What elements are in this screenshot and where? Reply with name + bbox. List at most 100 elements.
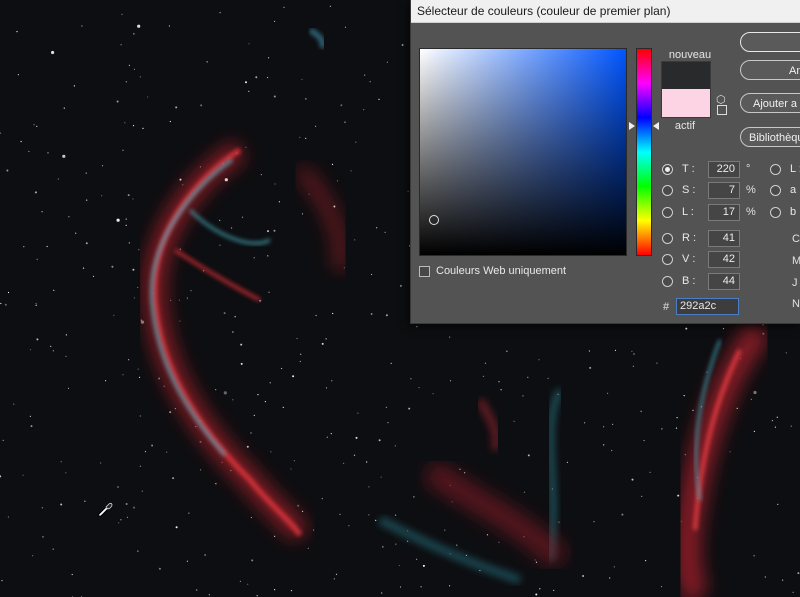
star	[7, 291, 10, 294]
star	[120, 44, 122, 46]
lab-a-radio[interactable]	[770, 184, 781, 196]
star	[325, 387, 328, 389]
red-input[interactable]: 41	[708, 229, 740, 247]
lab-b-radio[interactable]	[770, 206, 781, 218]
star	[331, 380, 333, 382]
star	[196, 589, 198, 591]
star	[640, 410, 642, 412]
star	[299, 136, 301, 138]
green-input[interactable]: 42	[708, 250, 740, 268]
star	[305, 98, 307, 100]
star	[13, 403, 15, 405]
star	[71, 573, 73, 576]
star	[422, 564, 425, 567]
star	[133, 68, 135, 70]
blue-input[interactable]: 44	[708, 272, 740, 290]
star	[250, 516, 252, 519]
star	[179, 178, 182, 181]
star	[329, 5, 331, 7]
star	[245, 146, 247, 148]
ok-button[interactable]	[740, 32, 800, 52]
star	[500, 389, 502, 391]
blue-radio[interactable]	[662, 275, 673, 287]
star	[126, 516, 129, 518]
star	[140, 319, 142, 321]
star	[29, 349, 32, 351]
star	[16, 31, 18, 33]
star	[612, 423, 614, 425]
star	[264, 401, 266, 403]
star	[785, 352, 787, 354]
cancel-button[interactable]: An	[740, 60, 800, 80]
star	[100, 462, 102, 464]
hex-input[interactable]: 292a2c	[676, 298, 739, 315]
lightness-unit: %	[746, 206, 756, 218]
star	[101, 195, 103, 197]
star	[416, 326, 418, 328]
star	[301, 213, 304, 215]
star	[354, 239, 356, 241]
hue-slider-handle-left[interactable]	[629, 122, 635, 130]
web-colors-only-option[interactable]: Couleurs Web uniquement	[419, 265, 566, 277]
green-radio[interactable]	[662, 253, 673, 265]
star	[246, 445, 249, 448]
star	[133, 506, 135, 509]
star	[140, 320, 145, 324]
star	[190, 290, 192, 292]
current-color-swatch[interactable]	[661, 89, 711, 118]
star	[232, 399, 234, 401]
star	[729, 451, 731, 453]
star	[336, 180, 339, 182]
star	[381, 592, 383, 594]
star	[92, 275, 95, 277]
star	[527, 376, 529, 378]
add-to-swatches-button[interactable]: Ajouter a	[740, 93, 800, 113]
hue-slider[interactable]	[636, 48, 652, 256]
star	[456, 544, 458, 546]
star	[683, 395, 685, 397]
star	[127, 194, 130, 197]
star	[449, 585, 451, 587]
lightness-radio[interactable]	[662, 206, 673, 218]
color-field-marker[interactable]	[429, 215, 439, 225]
lightness-input[interactable]: 17	[708, 203, 740, 221]
star	[132, 268, 135, 271]
star	[498, 381, 500, 383]
star	[68, 216, 70, 218]
star	[355, 436, 358, 439]
star	[387, 422, 389, 424]
star	[36, 258, 38, 260]
star	[269, 382, 271, 384]
color-libraries-button[interactable]: Bibliothèqu	[740, 127, 800, 147]
star	[240, 362, 243, 365]
star	[84, 500, 86, 502]
cyan-label: C	[792, 233, 800, 245]
star	[118, 522, 120, 524]
saturation-radio[interactable]	[662, 184, 673, 196]
star	[245, 81, 247, 84]
star	[513, 420, 515, 422]
lab-l-radio[interactable]	[770, 163, 781, 175]
hue-input[interactable]: 220	[708, 160, 740, 178]
star	[603, 444, 605, 446]
saturation-input[interactable]: 7	[708, 181, 740, 199]
hue-radio[interactable]	[662, 163, 673, 175]
star	[132, 125, 135, 127]
star	[753, 390, 757, 395]
hue-slider-handle-right[interactable]	[653, 122, 659, 130]
star	[290, 468, 292, 470]
star	[137, 24, 141, 28]
star	[133, 297, 135, 299]
star	[169, 120, 171, 123]
star	[777, 503, 779, 505]
dialog-title[interactable]: Sélecteur de couleurs (couleur de premie…	[411, 0, 800, 23]
star	[168, 25, 170, 27]
star	[73, 85, 75, 87]
star	[260, 174, 262, 176]
websafe-square-icon[interactable]	[717, 105, 727, 115]
red-radio[interactable]	[662, 232, 673, 244]
star	[60, 461, 62, 463]
star	[401, 44, 404, 46]
saturation-brightness-field[interactable]	[419, 48, 627, 256]
web-colors-checkbox[interactable]	[419, 265, 430, 277]
